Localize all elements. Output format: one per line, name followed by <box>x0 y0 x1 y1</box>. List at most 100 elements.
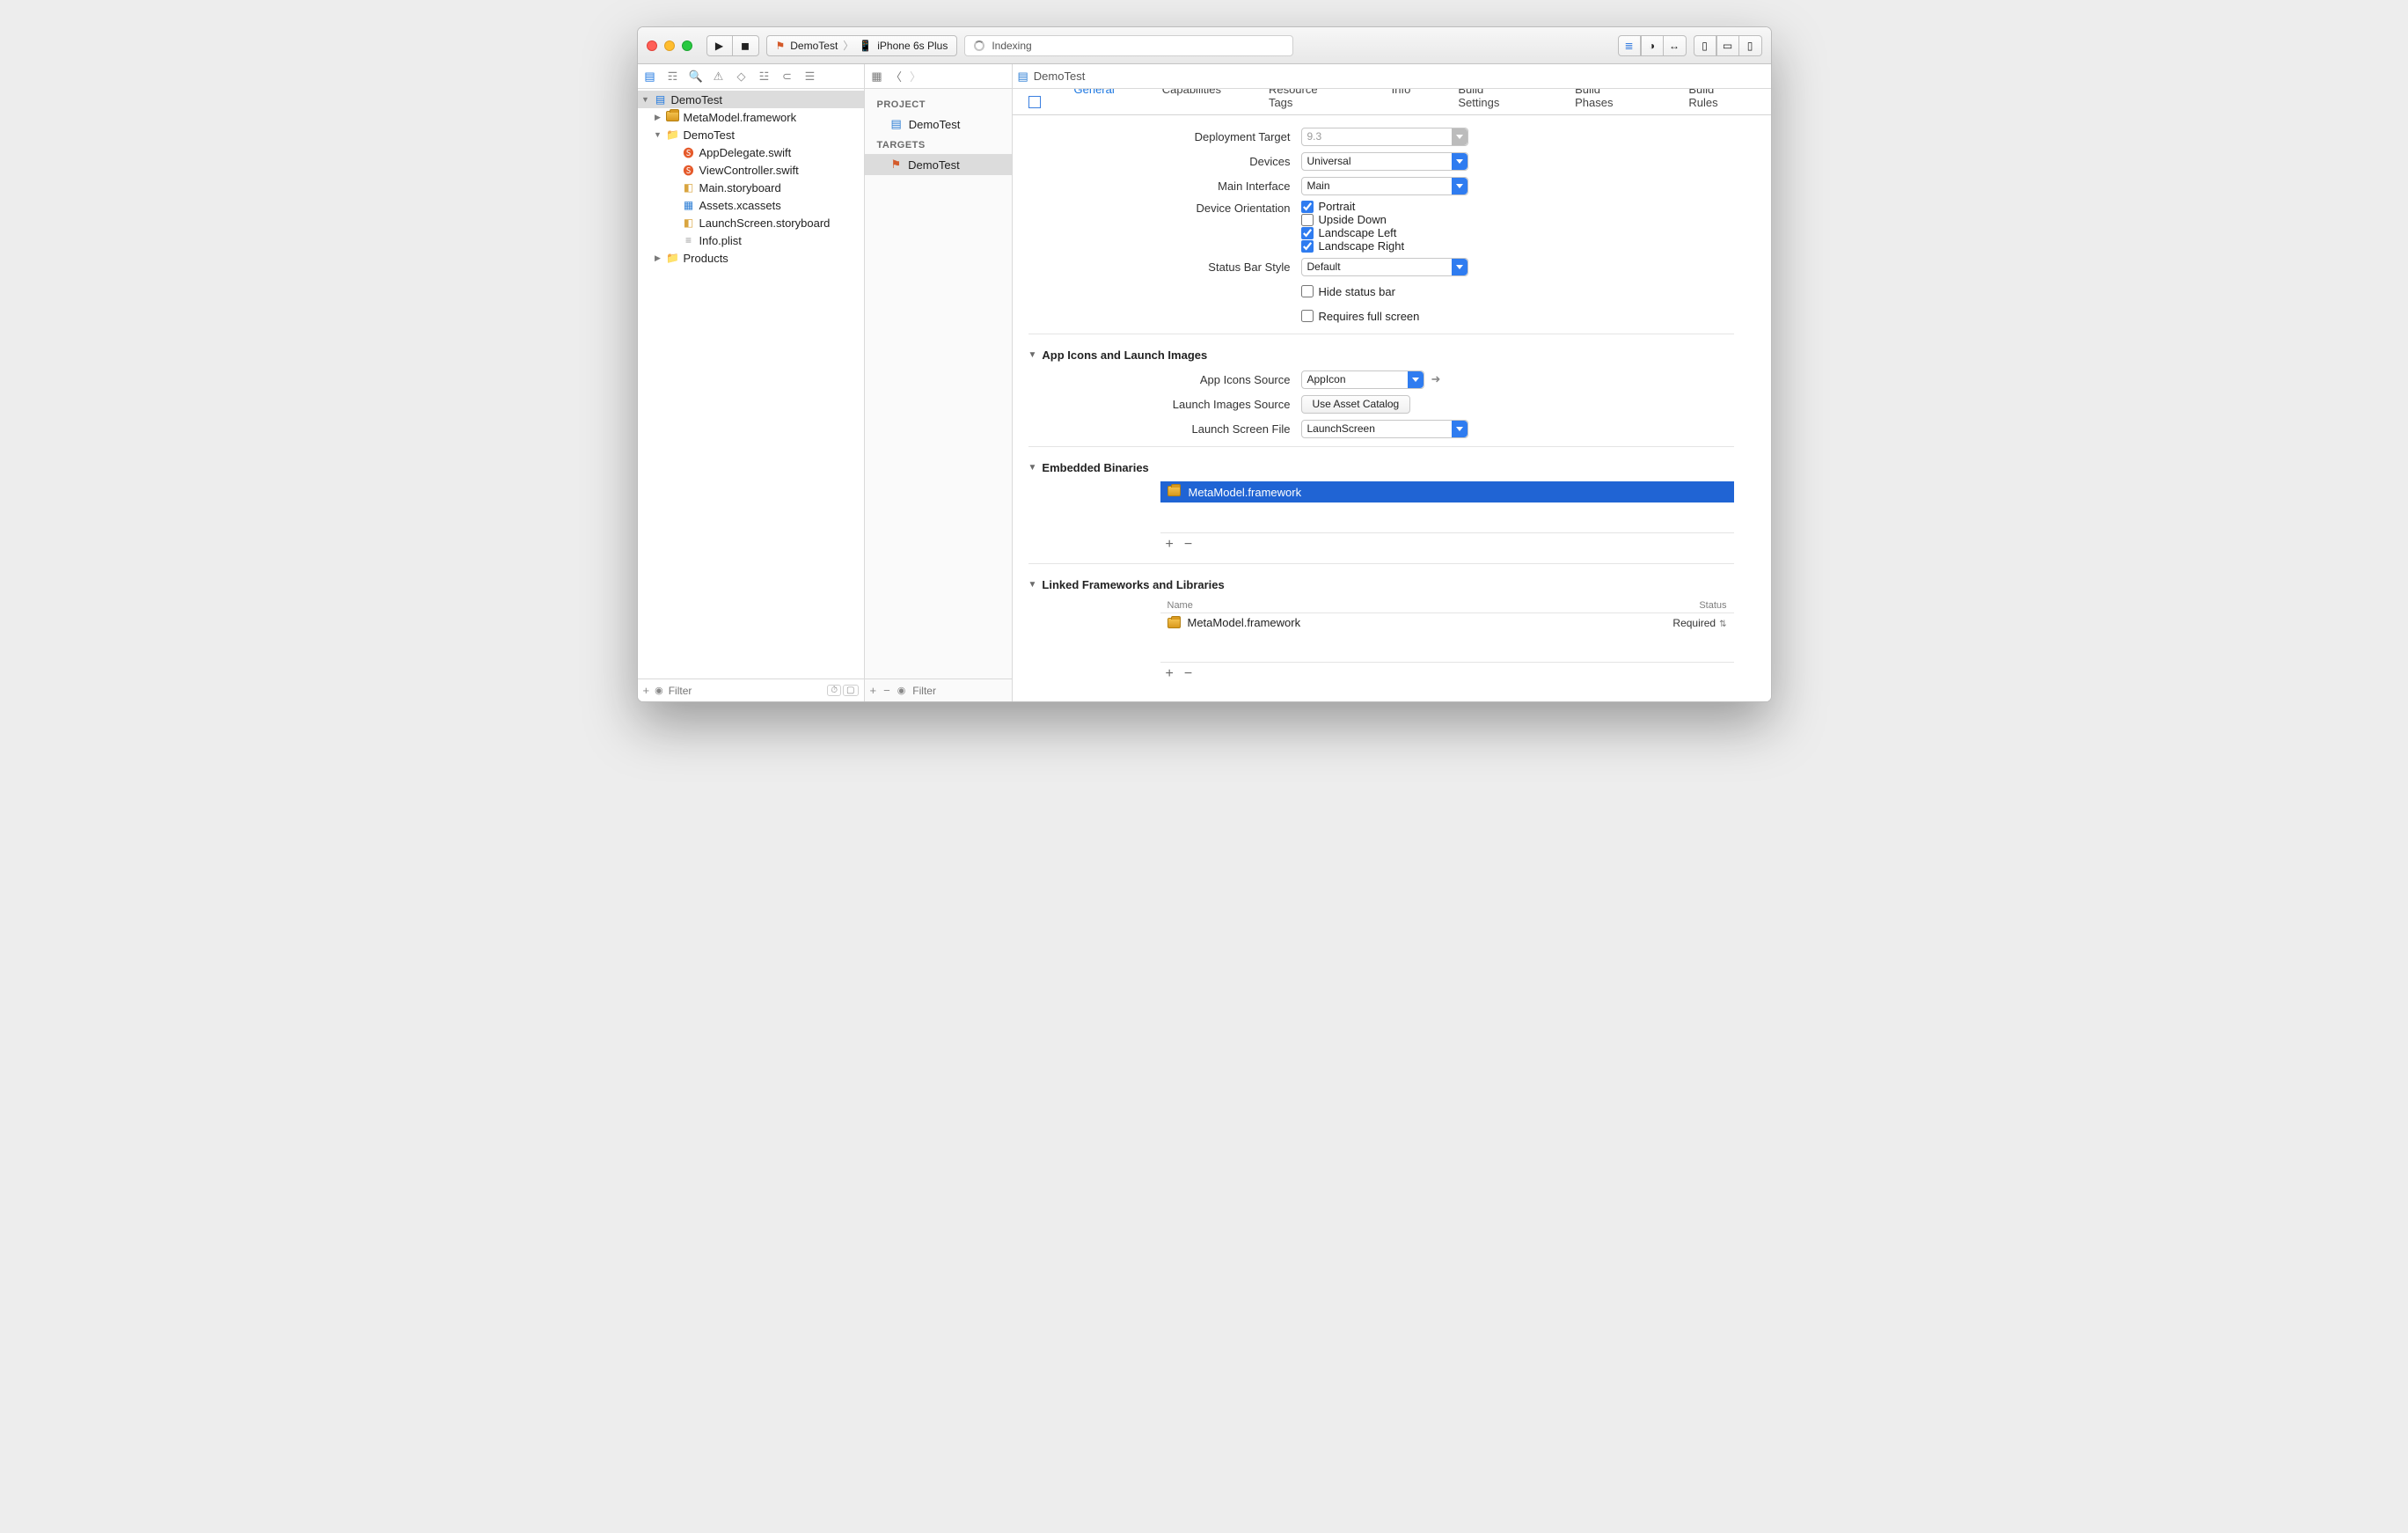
standard-editor-button[interactable]: ≣ <box>1618 35 1641 56</box>
app-icons-section-header[interactable]: ▼ App Icons and Launch Images <box>1028 348 1734 362</box>
go-back-icon[interactable]: 〈 <box>889 68 904 84</box>
app-icons-source-label: App Icons Source <box>1028 373 1301 386</box>
main-split: ▼▤ DemoTest ▶ MetaModel.framework ▼📁 Dem… <box>638 89 1771 701</box>
navigator-filter-input[interactable] <box>669 685 823 697</box>
toggle-debug-button[interactable]: ▭ <box>1716 35 1739 56</box>
scheme-device-name: iPhone 6s Plus <box>877 40 948 52</box>
add-embedded-icon[interactable]: + <box>1166 537 1174 553</box>
orientation-landscape-left[interactable]: Landscape Left <box>1301 226 1405 239</box>
embedded-item-row[interactable]: MetaModel.framework <box>1160 481 1734 502</box>
tree-item-assets[interactable]: ▦Assets.xcassets <box>638 196 864 214</box>
jump-bar[interactable]: ▤ DemoTest <box>1013 64 1771 88</box>
debug-navigator-icon[interactable]: ☳ <box>758 70 772 84</box>
scheme-selector[interactable]: ⚑ DemoTest 〉 📱 iPhone 6s Plus <box>766 35 958 56</box>
minimize-window-button[interactable] <box>664 40 675 51</box>
test-navigator-icon[interactable]: ◇ <box>735 70 749 84</box>
recent-filter-icon[interactable]: ⏱ <box>827 685 841 696</box>
go-to-asset-icon[interactable]: ➜ <box>1431 372 1441 386</box>
tree-item-products[interactable]: ▶📁 Products <box>638 249 864 267</box>
zoom-window-button[interactable] <box>682 40 692 51</box>
add-linked-icon[interactable]: + <box>1166 666 1174 682</box>
breadcrumb-file: DemoTest <box>1034 70 1086 83</box>
toggle-inspector-button[interactable]: ▯ <box>1739 35 1762 56</box>
tab-resource-tags[interactable]: Resource Tags <box>1260 89 1353 114</box>
close-window-button[interactable] <box>647 40 657 51</box>
project-file-icon: ▤ <box>891 117 902 131</box>
assistant-editor-button[interactable]: ◑ <box>1641 35 1664 56</box>
add-target-icon[interactable]: + <box>870 684 877 697</box>
status-bar-style-label: Status Bar Style <box>1028 260 1301 274</box>
embedded-binaries-header[interactable]: ▼ Embedded Binaries <box>1028 461 1734 474</box>
deployment-target-select[interactable]: 9.3 <box>1301 128 1468 146</box>
version-editor-button[interactable]: ↔ <box>1664 35 1687 56</box>
run-button[interactable]: ▶ <box>706 35 733 56</box>
editor-area: General Capabilities Resource Tags Info … <box>1013 89 1771 701</box>
navigator-bar: ▤ ☶ 🔍 ⚠ ◇ ☳ ⊂ ☰ ▦ 〈 〉 ▤ DemoTest <box>638 64 1771 89</box>
symbol-navigator-icon[interactable]: ☶ <box>666 70 680 84</box>
scheme-separator: 〉 <box>843 38 853 53</box>
go-forward-icon[interactable]: 〉 <box>909 68 923 84</box>
filter-icon: ◉ <box>655 685 663 696</box>
remove-embedded-icon[interactable]: − <box>1184 537 1192 553</box>
tab-build-phases[interactable]: Build Phases <box>1566 89 1650 114</box>
launch-screen-file-select[interactable]: LaunchScreen <box>1301 420 1468 438</box>
hide-status-bar-check[interactable]: Hide status bar <box>1301 285 1395 298</box>
launch-screen-file-label: Launch Screen File <box>1028 422 1301 436</box>
scheme-project-name: DemoTest <box>790 40 838 52</box>
linked-header-row: Name Status <box>1160 598 1734 612</box>
file-icon: ▤ <box>1018 70 1028 84</box>
tree-item-storyboard[interactable]: ◧Main.storyboard <box>638 179 864 196</box>
stop-button[interactable]: ◼ <box>733 35 759 56</box>
find-navigator-icon[interactable]: 🔍 <box>689 70 703 84</box>
tree-item-plist[interactable]: ≡Info.plist <box>638 231 864 249</box>
requires-full-screen-check[interactable]: Requires full screen <box>1301 310 1420 323</box>
scm-filter-icon[interactable]: ▢ <box>843 685 858 696</box>
issue-navigator-icon[interactable]: ⚠ <box>712 70 726 84</box>
remove-linked-icon[interactable]: − <box>1184 666 1192 682</box>
toggle-navigator-button[interactable]: ▯ <box>1694 35 1716 56</box>
launch-images-source-label: Launch Images Source <box>1028 398 1301 411</box>
toggle-outline-icon[interactable] <box>1028 96 1041 108</box>
target-item[interactable]: ⚑ DemoTest <box>865 154 1012 175</box>
status-stepper-icon[interactable]: ⇅ <box>1719 620 1726 629</box>
tab-build-rules[interactable]: Build Rules <box>1680 89 1754 114</box>
embedded-binaries-list: MetaModel.framework + − <box>1160 481 1734 556</box>
tab-info[interactable]: Info <box>1383 89 1420 114</box>
devices-select[interactable]: Universal <box>1301 152 1468 171</box>
tree-item-group[interactable]: ▼📁 DemoTest <box>638 126 864 143</box>
tab-build-settings[interactable]: Build Settings <box>1449 89 1536 114</box>
report-navigator-icon[interactable]: ☰ <box>803 70 817 84</box>
main-interface-select[interactable]: Main <box>1301 177 1468 195</box>
targets-column: PROJECT ▤ DemoTest TARGETS ⚑ DemoTest + … <box>865 89 1013 701</box>
disclosure-triangle-icon: ▼ <box>1028 463 1037 473</box>
app-icons-source-select[interactable]: AppIcon <box>1301 370 1424 389</box>
orientation-portrait[interactable]: Portrait <box>1301 200 1405 213</box>
linked-frameworks-header[interactable]: ▼ Linked Frameworks and Libraries <box>1028 578 1734 591</box>
jump-bar-targets: ▦ 〈 〉 <box>865 64 1013 88</box>
tab-capabilities[interactable]: Capabilities <box>1153 89 1230 114</box>
run-stop-group: ▶ ◼ <box>706 35 759 56</box>
tree-item-storyboard[interactable]: ◧LaunchScreen.storyboard <box>638 214 864 231</box>
project-navigator-icon[interactable]: ▤ <box>643 70 657 84</box>
tree-item-swift[interactable]: 🅢ViewController.swift <box>638 161 864 179</box>
titlebar: ▶ ◼ ⚑ DemoTest 〉 📱 iPhone 6s Plus Indexi… <box>638 27 1771 64</box>
orientation-landscape-right[interactable]: Landscape Right <box>1301 239 1405 253</box>
remove-target-icon[interactable]: − <box>883 684 890 697</box>
status-bar-style-select[interactable]: Default <box>1301 258 1468 276</box>
project-navigator: ▼▤ DemoTest ▶ MetaModel.framework ▼📁 Dem… <box>638 89 865 701</box>
tree-item-swift[interactable]: 🅢AppDelegate.swift <box>638 143 864 161</box>
project-item[interactable]: ▤ DemoTest <box>865 114 1012 135</box>
xcode-window: ▶ ◼ ⚑ DemoTest 〉 📱 iPhone 6s Plus Indexi… <box>637 26 1772 702</box>
tree-root[interactable]: ▼▤ DemoTest <box>638 91 864 108</box>
file-tree[interactable]: ▼▤ DemoTest ▶ MetaModel.framework ▼📁 Dem… <box>638 89 864 678</box>
tab-general[interactable]: General <box>1065 89 1123 114</box>
tree-item-framework[interactable]: ▶ MetaModel.framework <box>638 108 864 126</box>
linked-item-row[interactable]: MetaModel.framework Required⇅ <box>1160 612 1734 632</box>
use-asset-catalog-button[interactable]: Use Asset Catalog <box>1301 395 1411 414</box>
orientation-upside-down[interactable]: Upside Down <box>1301 213 1405 226</box>
related-items-icon[interactable]: ▦ <box>870 70 884 84</box>
activity-text: Indexing <box>992 40 1031 52</box>
add-icon[interactable]: + <box>643 684 650 697</box>
breakpoint-navigator-icon[interactable]: ⊂ <box>780 70 794 84</box>
framework-icon <box>1167 618 1181 628</box>
